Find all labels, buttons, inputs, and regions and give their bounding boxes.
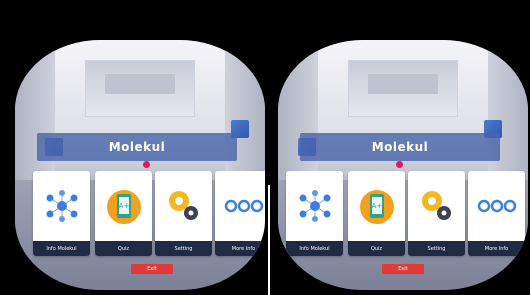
molecule-icon <box>299 190 330 222</box>
more-dots-icon <box>477 199 516 213</box>
menu-card-label: Setting <box>174 245 193 252</box>
page-title: Molekul <box>108 140 166 154</box>
menu-card-quiz[interactable]: A+ Quiz <box>95 171 152 256</box>
gaze-pointer <box>143 161 150 168</box>
exit-button[interactable]: Exit <box>382 264 424 274</box>
menu-card-setting[interactable]: Setting <box>155 171 212 256</box>
menu-card-setting[interactable]: Setting <box>408 171 465 256</box>
menu-card-more-info[interactable]: More Info <box>468 171 525 256</box>
title-banner: Molekul <box>300 133 500 161</box>
menu-card-label: More Info <box>484 245 509 252</box>
gaze-pointer <box>396 161 403 168</box>
ceiling-light-slot <box>105 74 175 94</box>
quiz-phone-icon: A+ <box>359 190 394 224</box>
ceiling-light-slot <box>368 74 438 94</box>
menu-card-label: Info Molekul <box>46 245 77 252</box>
title-banner: Molekul <box>37 133 237 161</box>
menu-card-label: Quiz <box>370 245 383 252</box>
menu-card-label: Quiz <box>117 245 130 252</box>
menu-card-info-molekul[interactable]: Info Molekul <box>286 171 343 256</box>
vr-right-eye-view: Molekul Info Molekul A+ Quiz Setting Mor… <box>278 40 528 290</box>
page-title: Molekul <box>371 140 429 154</box>
gears-icon <box>421 191 451 220</box>
gears-icon <box>168 191 198 220</box>
menu-card-label: More Info <box>231 245 256 252</box>
menu-card-label: Info Molekul <box>299 245 330 252</box>
svg-text:A+: A+ <box>371 202 382 210</box>
room-ceiling <box>298 40 508 135</box>
svg-text:A+: A+ <box>118 202 129 210</box>
stereo-divider-line <box>268 185 270 295</box>
room-ceiling <box>35 40 245 135</box>
exit-button-label: Exit <box>398 266 408 272</box>
exit-button[interactable]: Exit <box>131 264 173 274</box>
menu-card-quiz[interactable]: A+ Quiz <box>348 171 405 256</box>
molecule-icon <box>46 190 77 222</box>
exit-button-label: Exit <box>147 266 157 272</box>
menu-card-more-info[interactable]: More Info <box>215 171 265 256</box>
vr-left-eye-view: Molekul Info Molekul A+ Quiz Setting Mor… <box>15 40 265 290</box>
menu-card-info-molekul[interactable]: Info Molekul <box>33 171 90 256</box>
more-dots-icon <box>224 199 263 213</box>
quiz-phone-icon: A+ <box>106 190 141 224</box>
menu-card-label: Setting <box>427 245 446 252</box>
